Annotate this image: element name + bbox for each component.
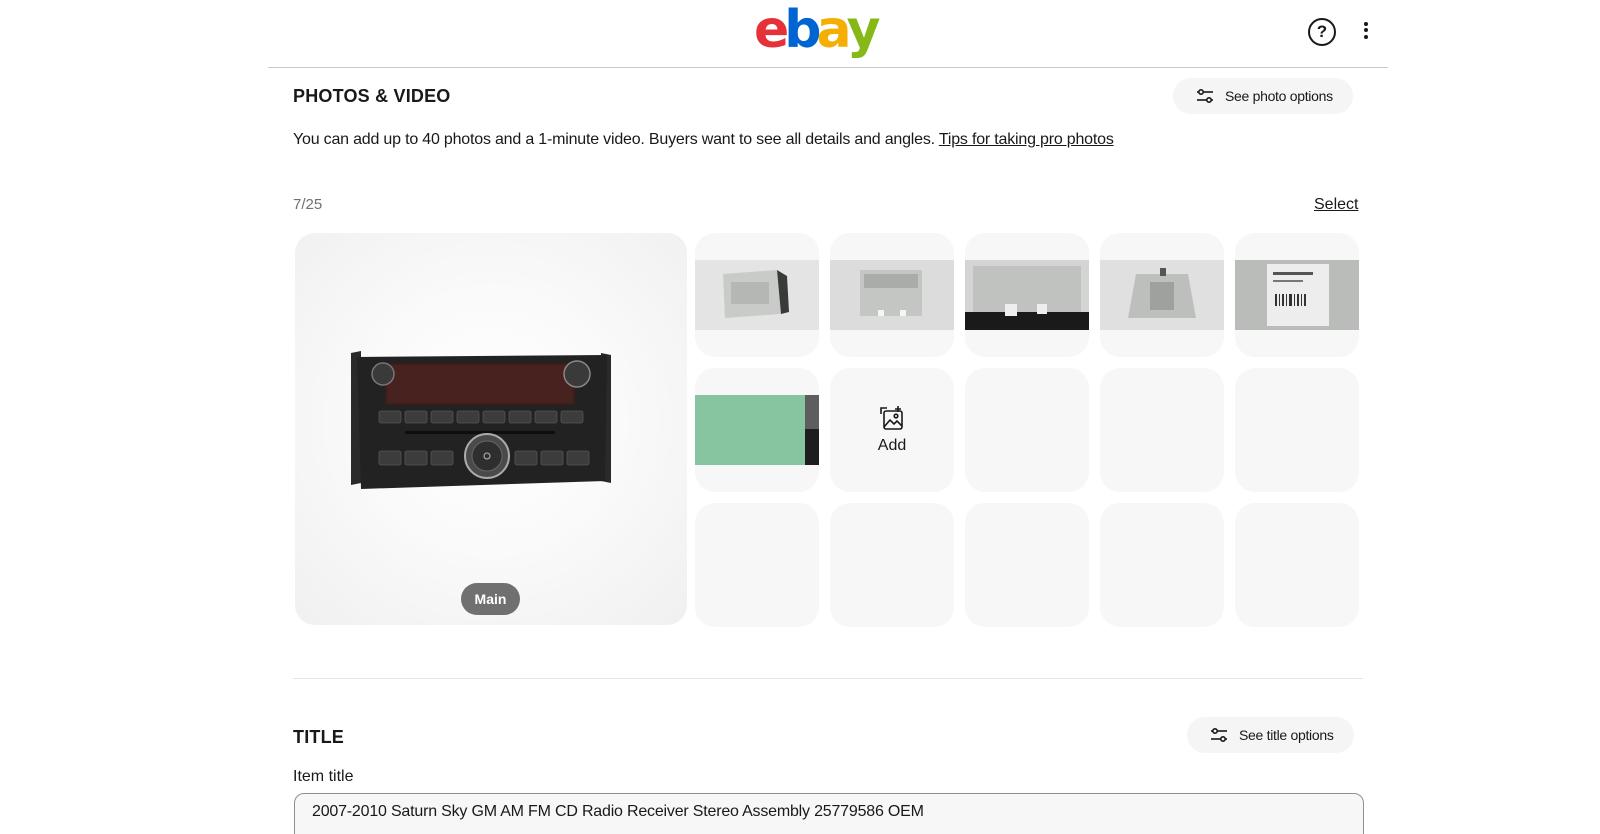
photo-thumbnail[interactable] (695, 368, 819, 492)
help-icon[interactable]: ? (1308, 18, 1336, 46)
see-title-options-button[interactable]: See title options (1187, 717, 1354, 753)
tips-link[interactable]: Tips for taking pro photos (939, 131, 1114, 148)
empty-photo-slot[interactable] (965, 368, 1089, 492)
photos-description-text: You can add up to 40 photos and a 1-minu… (293, 131, 935, 148)
ebay-logo[interactable]: ebay (754, 0, 881, 60)
main-photo[interactable]: Main (295, 233, 687, 625)
photos-description: You can add up to 40 photos and a 1-minu… (293, 131, 1114, 149)
photo-thumbnail[interactable] (1235, 233, 1359, 357)
empty-photo-slot[interactable] (1235, 368, 1359, 492)
radio-side-image (695, 260, 819, 330)
photo-count: 7/25 (293, 196, 323, 213)
logo-letter: e (754, 0, 789, 60)
radio-rear-image (830, 260, 954, 330)
sliders-icon (1211, 727, 1227, 743)
photo-thumbnail[interactable] (1100, 233, 1224, 357)
item-title-input[interactable] (294, 793, 1364, 834)
logo-letter: b (784, 0, 821, 60)
photo-thumbnail[interactable] (695, 233, 819, 357)
logo-letter: y (846, 0, 881, 60)
photos-section-heading: PHOTOS & VIDEO (293, 86, 451, 106)
photo-thumbnail[interactable] (965, 233, 1089, 357)
title-section-heading: TITLE (293, 727, 344, 747)
see-photo-options-button[interactable]: See photo options (1173, 78, 1353, 114)
empty-photo-slot[interactable] (695, 503, 819, 627)
main-photo-badge: Main (461, 583, 520, 615)
empty-photo-slot[interactable] (830, 503, 954, 627)
empty-photo-slot[interactable] (965, 503, 1089, 627)
add-photo-label: Add (877, 437, 907, 454)
sliders-icon (1197, 88, 1213, 104)
top-header: ebay ? (268, 0, 1388, 68)
section-divider (293, 678, 1363, 679)
select-link[interactable]: Select (1314, 196, 1358, 214)
add-image-icon (880, 406, 903, 430)
more-options-icon[interactable] (1358, 19, 1374, 47)
radio-back-panel-image (1100, 260, 1224, 330)
see-title-options-label: See title options (1239, 727, 1334, 743)
empty-photo-slot[interactable] (1100, 368, 1224, 492)
radio-bottom-image (695, 395, 819, 465)
radio-front-image (351, 351, 611, 489)
empty-photo-slot[interactable] (1235, 503, 1359, 627)
add-photo-button[interactable]: Add (830, 368, 954, 492)
photo-thumbnail[interactable] (830, 233, 954, 357)
logo-letter: a (816, 0, 852, 60)
item-title-label: Item title (293, 768, 354, 785)
radio-label-image (1235, 260, 1359, 330)
radio-connectors-image (965, 260, 1089, 330)
empty-photo-slot[interactable] (1100, 503, 1224, 627)
see-photo-options-label: See photo options (1225, 88, 1333, 104)
